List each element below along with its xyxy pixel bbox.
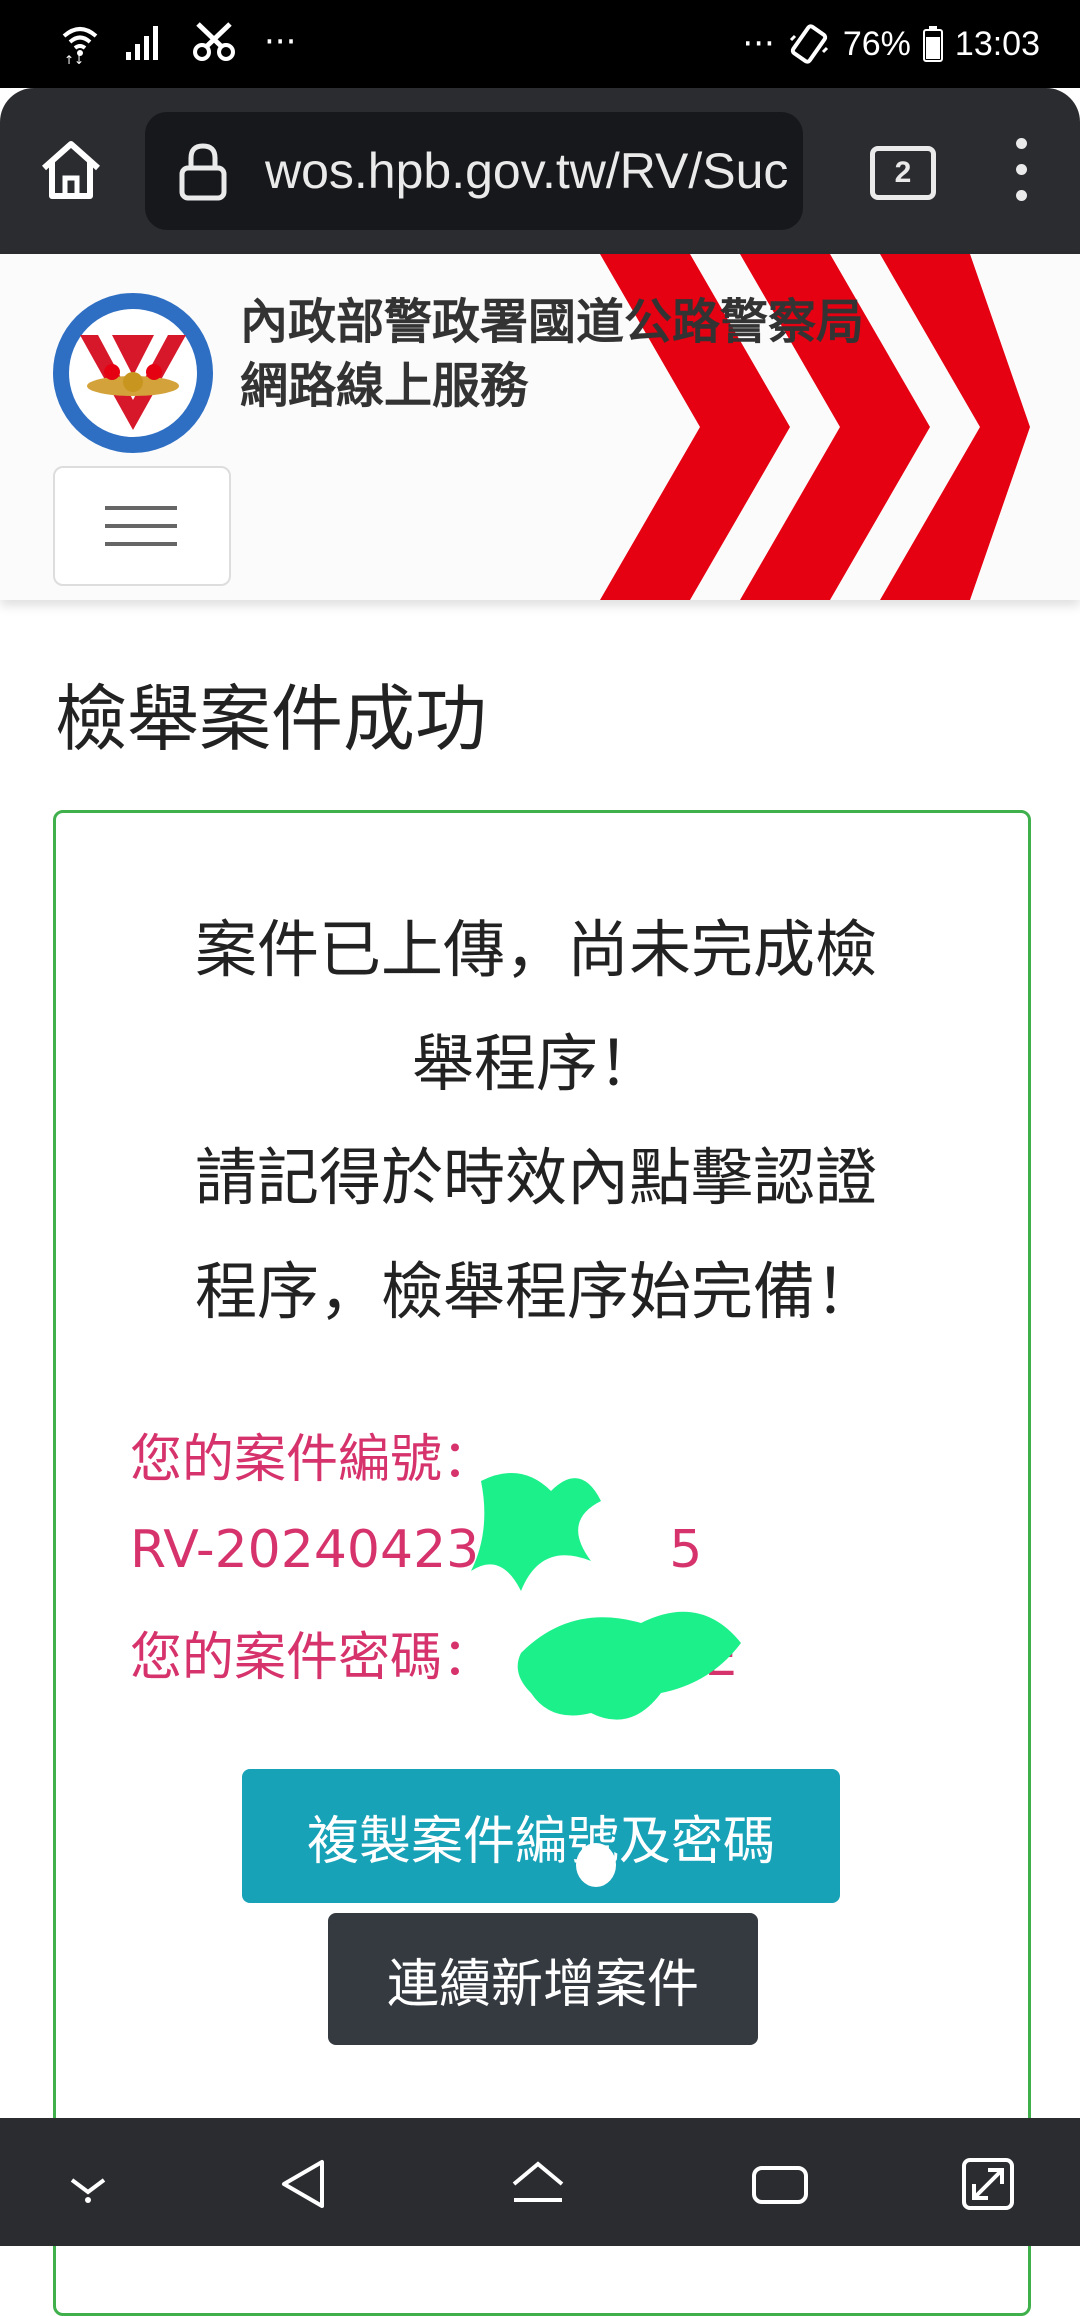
back-icon[interactable]	[272, 2154, 332, 2214]
tab-switcher-icon[interactable]: 2	[870, 146, 936, 200]
home-icon[interactable]	[508, 2154, 568, 2214]
site-title: 內政部警政署國道公路警察局 網路線上服務	[240, 290, 864, 418]
home-icon[interactable]	[36, 134, 106, 204]
browser-toolbar: wos.hpb.gov.tw/RV/Suc 2	[0, 88, 1080, 254]
case-password-text: 您的案件密碼：	[130, 1628, 495, 1688]
police-logo[interactable]	[50, 290, 216, 456]
status-bar: ↑↓ ··· ··· 76% 13:03	[0, 0, 1080, 88]
case-number-label: 您的案件編號：	[130, 1430, 495, 1490]
site-header: 內政部警政署國道公路警察局 網路線上服務	[0, 254, 1080, 600]
redaction-scribble	[471, 1473, 601, 1591]
status-more-left: ···	[264, 22, 297, 62]
notice-line: 請記得於時效內點擊認證	[194, 1141, 877, 1214]
more-menu-icon[interactable]	[1016, 138, 1028, 208]
case-number-prefix: RV-20240423	[130, 1520, 480, 1580]
notice-line: 舉程序！	[411, 1027, 660, 1100]
address-bar[interactable]: wos.hpb.gov.tw/RV/Suc	[145, 112, 803, 230]
page-title: 檢舉案件成功	[55, 677, 488, 761]
notice-message: 案件已上傳，尚未完成檢 舉程序！ 請記得於時效內點擊認證 程序，檢舉程序始完備！	[136, 893, 936, 1349]
battery-percent: 76%	[842, 24, 911, 63]
recents-icon[interactable]	[750, 2154, 810, 2214]
svg-text:↑↓: ↑↓	[64, 53, 84, 64]
result-card: 案件已上傳，尚未完成檢 舉程序！ 請記得於時效內點擊認證 程序，檢舉程序始完備！…	[53, 810, 1031, 2316]
status-bar-right: ··· 76% 13:03	[742, 22, 1040, 66]
copy-case-credentials-button[interactable]: 複製案件編號及密碼	[242, 1769, 840, 1903]
vibrate-icon	[789, 24, 828, 64]
status-more-right: ···	[742, 24, 775, 64]
lock-icon[interactable]	[177, 142, 229, 202]
site-title-line2: 網路線上服務	[240, 358, 529, 414]
url-text[interactable]: wos.hpb.gov.tw/RV/Suc	[265, 142, 788, 200]
signal-icon	[126, 26, 158, 60]
battery-icon	[922, 26, 943, 62]
scissors-icon	[193, 22, 235, 61]
add-new-case-button[interactable]: 連續新增案件	[328, 1913, 758, 2045]
clock: 13:03	[954, 24, 1040, 63]
redaction-scribble	[517, 1611, 741, 1720]
system-nav-bar	[0, 2118, 1080, 2246]
wifi-icon: ↑↓	[62, 27, 98, 64]
notice-line: 案件已上傳，尚未完成檢	[194, 913, 877, 986]
nav-toggle-button[interactable]	[53, 466, 231, 586]
case-number-suffix: 5	[669, 1520, 703, 1580]
expand-icon[interactable]	[958, 2154, 1018, 2214]
status-bar-left: ↑↓ ···	[60, 20, 296, 64]
notice-line: 程序，檢舉程序始完備！	[194, 1255, 877, 1328]
hide-navbar-icon[interactable]	[58, 2154, 118, 2214]
touch-indicator	[576, 1843, 616, 1887]
site-title-line1: 內政部警政署國道公路警察局	[240, 294, 865, 350]
